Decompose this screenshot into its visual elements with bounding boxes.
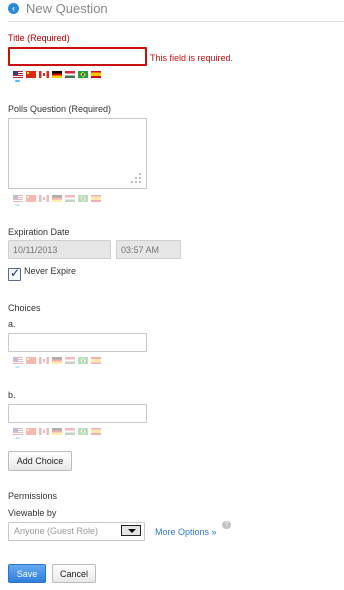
brazil-flag-icon[interactable] [78, 195, 88, 202]
title-error-message: This field is required. [150, 53, 234, 63]
us-flag-icon[interactable] [13, 428, 23, 439]
question-textarea[interactable] [8, 118, 147, 189]
choice-b-language-flags [13, 428, 101, 440]
header-divider [8, 21, 344, 22]
add-choice-button[interactable]: Add Choice [8, 451, 72, 471]
back-arrow-icon[interactable]: ‹ [8, 3, 19, 14]
expiration-time-input[interactable] [116, 240, 181, 259]
choice-a-language-flags [13, 357, 101, 369]
germany-flag-icon[interactable] [52, 195, 62, 202]
choice-b-input[interactable] [8, 404, 147, 423]
spain-flag-icon[interactable] [91, 357, 101, 364]
expiration-label: Expiration Date [8, 227, 70, 237]
china-flag-icon[interactable] [26, 71, 36, 78]
us-flag-icon[interactable] [13, 195, 23, 206]
question-language-flags [13, 195, 101, 207]
viewable-by-select[interactable]: Anyone (Guest Role) [8, 522, 145, 541]
chevron-down-icon[interactable] [121, 525, 141, 536]
question-label: Polls Question (Required) [8, 104, 112, 114]
spain-flag-icon[interactable] [91, 71, 101, 78]
viewable-by-value: Anyone (Guest Role) [14, 526, 99, 536]
viewable-by-label: Viewable by [8, 508, 57, 518]
canada-flag-icon[interactable] [39, 195, 49, 202]
germany-flag-icon[interactable] [52, 428, 62, 435]
more-options-link[interactable]: More Options » [155, 527, 217, 537]
choice-letter-b: b. [8, 390, 16, 400]
germany-flag-icon[interactable] [52, 71, 62, 78]
hungary-flag-icon[interactable] [65, 357, 75, 364]
spain-flag-icon[interactable] [91, 428, 101, 435]
title-language-flags [13, 71, 101, 83]
brazil-flag-icon[interactable] [78, 357, 88, 364]
title-label: Title (Required) [8, 33, 70, 43]
help-icon[interactable]: ? [222, 521, 231, 529]
canada-flag-icon[interactable] [39, 71, 49, 78]
resize-handle-icon[interactable] [131, 173, 143, 185]
hungary-flag-icon[interactable] [65, 195, 75, 202]
hungary-flag-icon[interactable] [65, 71, 75, 78]
china-flag-icon[interactable] [26, 195, 36, 202]
germany-flag-icon[interactable] [52, 357, 62, 364]
expiration-date-input[interactable] [8, 240, 111, 259]
choice-letter-a: a. [8, 319, 16, 329]
cancel-button[interactable]: Cancel [52, 564, 96, 583]
never-expire-checkbox[interactable]: ✓ [8, 266, 21, 281]
never-expire-label: Never Expire [24, 266, 77, 276]
canada-flag-icon[interactable] [39, 428, 49, 435]
save-button[interactable]: Save [8, 564, 46, 583]
china-flag-icon[interactable] [26, 357, 36, 364]
checkmark-icon: ✓ [10, 266, 21, 280]
china-flag-icon[interactable] [26, 428, 36, 435]
hungary-flag-icon[interactable] [65, 428, 75, 435]
spain-flag-icon[interactable] [91, 195, 101, 202]
page-title: New Question [26, 1, 108, 16]
title-input[interactable] [8, 47, 147, 66]
brazil-flag-icon[interactable] [78, 71, 88, 78]
us-flag-icon[interactable] [13, 71, 23, 82]
choice-a-input[interactable] [8, 333, 147, 352]
choices-label: Choices [8, 303, 41, 313]
us-flag-icon[interactable] [13, 357, 23, 368]
permissions-label: Permissions [8, 491, 58, 501]
brazil-flag-icon[interactable] [78, 428, 88, 435]
canada-flag-icon[interactable] [39, 357, 49, 364]
